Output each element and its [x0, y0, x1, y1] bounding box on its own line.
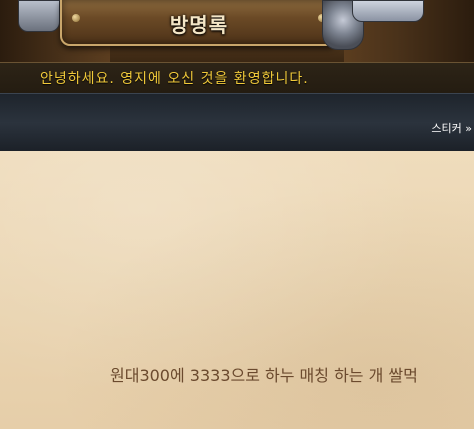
header-ornament-left [18, 0, 60, 32]
greeting-bar: 안녕하세요. 영지에 오신 것을 환영합니다. [0, 62, 474, 94]
guestbook-header: 방명록 [0, 0, 474, 62]
page-title: 방명록 [169, 13, 229, 37]
toolbar-strip: 스티커 » [0, 93, 474, 152]
title-plaque: 방명록 [60, 0, 338, 46]
guestbook-post-text: 원대300에 3333으로 하누 매칭 하는 개 쌀먹 [110, 366, 418, 385]
header-ornament-far-right [352, 0, 424, 22]
greeting-message: 안녕하세요. 영지에 오신 것을 환영합니다. [40, 71, 309, 87]
guestbook-content: 원대300에 3333으로 하누 매칭 하는 개 쌀먹 [0, 151, 474, 429]
sticker-tab[interactable]: 스티커 » [431, 120, 474, 136]
